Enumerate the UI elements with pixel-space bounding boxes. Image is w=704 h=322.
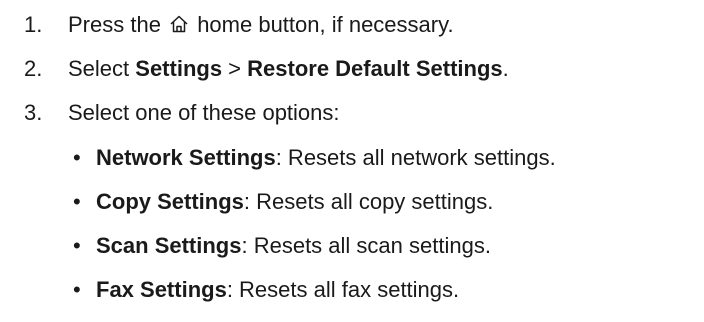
bullet: • bbox=[73, 189, 81, 214]
option-text: Fax Settings: Resets all fax settings. bbox=[96, 277, 460, 302]
bullet: • bbox=[73, 145, 81, 170]
step-text: Select Settings > Restore Default Settin… bbox=[68, 56, 509, 81]
menu-restore-default-settings: Restore Default Settings bbox=[247, 56, 503, 81]
instructions: 1. Press the home button, if necessary. … bbox=[0, 0, 704, 322]
step-number: 3. bbox=[24, 100, 43, 125]
step-text: Select one of these options: bbox=[68, 100, 340, 125]
bullet: • bbox=[73, 233, 81, 258]
bullet: • bbox=[73, 277, 81, 302]
option-text: Copy Settings: Resets all copy settings. bbox=[96, 189, 494, 214]
option-text: Network Settings: Resets all network set… bbox=[96, 145, 556, 170]
step-number: 1. bbox=[24, 12, 43, 37]
option-text: Scan Settings: Resets all scan settings. bbox=[96, 233, 491, 258]
home-icon bbox=[170, 15, 188, 33]
step-text: Press the home button, if necessary. bbox=[68, 12, 454, 37]
step-number: 2. bbox=[24, 56, 43, 81]
menu-settings: Settings bbox=[135, 56, 223, 81]
